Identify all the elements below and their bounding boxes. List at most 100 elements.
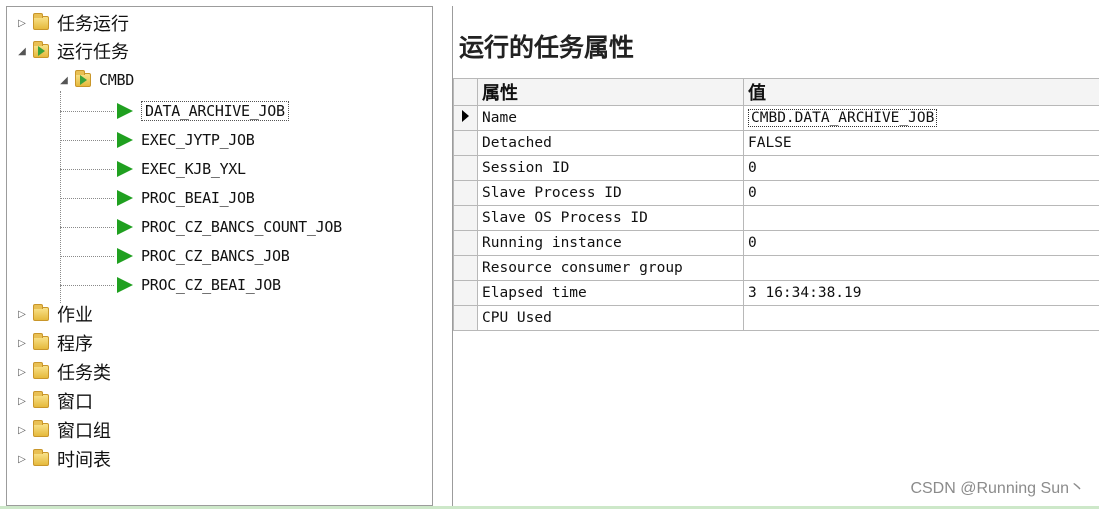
- property-name: Detached: [477, 130, 744, 156]
- property-value[interactable]: 0: [743, 180, 1099, 206]
- expand-icon[interactable]: ▷: [15, 454, 29, 465]
- folder-icon: [33, 391, 49, 408]
- current-row-arrow-icon: [462, 110, 469, 122]
- tree-job-label: PROC_CZ_BEAI_JOB: [141, 276, 281, 294]
- property-row[interactable]: Slave OS Process ID: [453, 205, 1099, 231]
- row-selector[interactable]: [453, 130, 478, 156]
- tree-job-label: PROC_CZ_BANCS_JOB: [141, 247, 290, 265]
- folder-icon: [33, 449, 49, 466]
- property-value[interactable]: [743, 205, 1099, 231]
- column-header-value[interactable]: 值: [743, 78, 1099, 106]
- property-name: Slave Process ID: [477, 180, 744, 206]
- property-name: Running instance: [477, 230, 744, 256]
- tree-node-schedules[interactable]: ▷ 时间表: [15, 446, 111, 472]
- tree-job-label: EXEC_KJB_YXL: [141, 160, 246, 178]
- panel-title: 运行的任务属性: [459, 33, 635, 62]
- tree-node-jobs[interactable]: ▷ 作业: [15, 301, 93, 327]
- property-row[interactable]: Running instance 0: [453, 230, 1099, 256]
- tree-node-windows[interactable]: ▷ 窗口: [15, 388, 93, 414]
- expand-icon[interactable]: ▷: [15, 367, 29, 378]
- property-name: Name: [477, 105, 744, 131]
- running-job-icon: [117, 277, 133, 293]
- row-selector[interactable]: [453, 105, 478, 131]
- property-value[interactable]: CMBD.DATA_ARCHIVE_JOB: [743, 105, 1099, 131]
- property-grid[interactable]: 属性 值 Name CMBD.DATA_ARCHIVE_JOB Detached…: [453, 78, 1099, 331]
- row-selector[interactable]: [453, 280, 478, 306]
- property-value[interactable]: 3 16:34:38.19: [743, 280, 1099, 306]
- collapse-icon[interactable]: ◢: [57, 75, 71, 86]
- property-row[interactable]: Elapsed time 3 16:34:38.19: [453, 280, 1099, 306]
- property-value[interactable]: [743, 305, 1099, 331]
- tree-node-label: 时间表: [57, 450, 111, 471]
- tree-node-window-groups[interactable]: ▷ 窗口组: [15, 417, 111, 443]
- grid-header-row: 属性 值: [453, 78, 1099, 106]
- tree-connector: [60, 285, 114, 286]
- property-value[interactable]: [743, 255, 1099, 281]
- running-job-icon: [117, 161, 133, 177]
- row-selector[interactable]: [453, 230, 478, 256]
- property-row[interactable]: Detached FALSE: [453, 130, 1099, 156]
- tree-job-item[interactable]: DATA_ARCHIVE_JOB: [117, 98, 289, 124]
- property-row[interactable]: Slave Process ID 0: [453, 180, 1099, 206]
- tree-node-label: CMBD: [99, 71, 134, 89]
- property-name: Resource consumer group: [477, 255, 744, 281]
- tree-connector: [60, 198, 114, 199]
- expand-icon[interactable]: ▷: [15, 309, 29, 320]
- tree-connector: [60, 111, 114, 112]
- expand-icon[interactable]: ▷: [15, 338, 29, 349]
- folder-icon: [33, 362, 49, 379]
- folder-icon: [33, 304, 49, 321]
- property-row[interactable]: Session ID 0: [453, 155, 1099, 181]
- column-header-attribute[interactable]: 属性: [477, 78, 744, 106]
- row-selector-header: [453, 78, 478, 106]
- object-tree[interactable]: ▷ 任务运行 ◢ 运行任务 ◢ CMBD DATA_ARCHIVE_JOB EX…: [6, 6, 433, 506]
- folder-icon: [33, 13, 49, 30]
- row-selector[interactable]: [453, 155, 478, 181]
- tree-connector: [60, 140, 114, 141]
- property-name: Elapsed time: [477, 280, 744, 306]
- row-selector[interactable]: [453, 255, 478, 281]
- folder-open-icon: [33, 41, 49, 58]
- folder-icon: [33, 333, 49, 350]
- row-selector[interactable]: [453, 205, 478, 231]
- tree-connector: [60, 256, 114, 257]
- tree-job-item[interactable]: PROC_BEAI_JOB: [117, 185, 255, 211]
- tree-node-task-run[interactable]: ▷ 任务运行: [15, 10, 129, 36]
- property-row[interactable]: CPU Used: [453, 305, 1099, 331]
- tree-job-item[interactable]: PROC_CZ_BANCS_JOB: [117, 243, 290, 269]
- tree-node-label: 任务类: [57, 363, 111, 384]
- expand-icon[interactable]: ▷: [15, 18, 29, 29]
- collapse-icon[interactable]: ◢: [15, 46, 29, 57]
- row-selector[interactable]: [453, 180, 478, 206]
- property-name: Session ID: [477, 155, 744, 181]
- property-value[interactable]: 0: [743, 155, 1099, 181]
- tree-job-item[interactable]: EXEC_JYTP_JOB: [117, 127, 255, 153]
- running-job-icon: [117, 248, 133, 264]
- property-value[interactable]: 0: [743, 230, 1099, 256]
- properties-panel: 运行的任务属性 属性 值 Name CMBD.DATA_ARCHIVE_JOB …: [452, 6, 1099, 506]
- tree-node-running-tasks[interactable]: ◢ 运行任务: [15, 38, 129, 64]
- tree-connector: [60, 227, 114, 228]
- tree-connector: [60, 91, 61, 303]
- expand-icon[interactable]: ▷: [15, 425, 29, 436]
- tree-job-item[interactable]: PROC_CZ_BEAI_JOB: [117, 272, 281, 298]
- tree-node-programs[interactable]: ▷ 程序: [15, 330, 93, 356]
- tree-job-label: EXEC_JYTP_JOB: [141, 131, 255, 149]
- tree-node-cmbd[interactable]: ◢ CMBD: [57, 67, 134, 93]
- property-value[interactable]: FALSE: [743, 130, 1099, 156]
- expand-icon[interactable]: ▷: [15, 396, 29, 407]
- running-job-icon: [117, 219, 133, 235]
- property-row[interactable]: Resource consumer group: [453, 255, 1099, 281]
- tree-job-item[interactable]: PROC_CZ_BANCS_COUNT_JOB: [117, 214, 342, 240]
- row-selector[interactable]: [453, 305, 478, 331]
- tree-connector: [60, 169, 114, 170]
- tree-job-label: PROC_BEAI_JOB: [141, 189, 255, 207]
- tree-node-job-classes[interactable]: ▷ 任务类: [15, 359, 111, 385]
- property-row[interactable]: Name CMBD.DATA_ARCHIVE_JOB: [453, 105, 1099, 131]
- folder-icon: [33, 420, 49, 437]
- tree-node-label: 窗口组: [57, 421, 111, 442]
- tree-job-item[interactable]: EXEC_KJB_YXL: [117, 156, 246, 182]
- tree-job-label: DATA_ARCHIVE_JOB: [141, 101, 289, 121]
- running-job-icon: [117, 103, 133, 119]
- folder-open-icon: [75, 70, 91, 87]
